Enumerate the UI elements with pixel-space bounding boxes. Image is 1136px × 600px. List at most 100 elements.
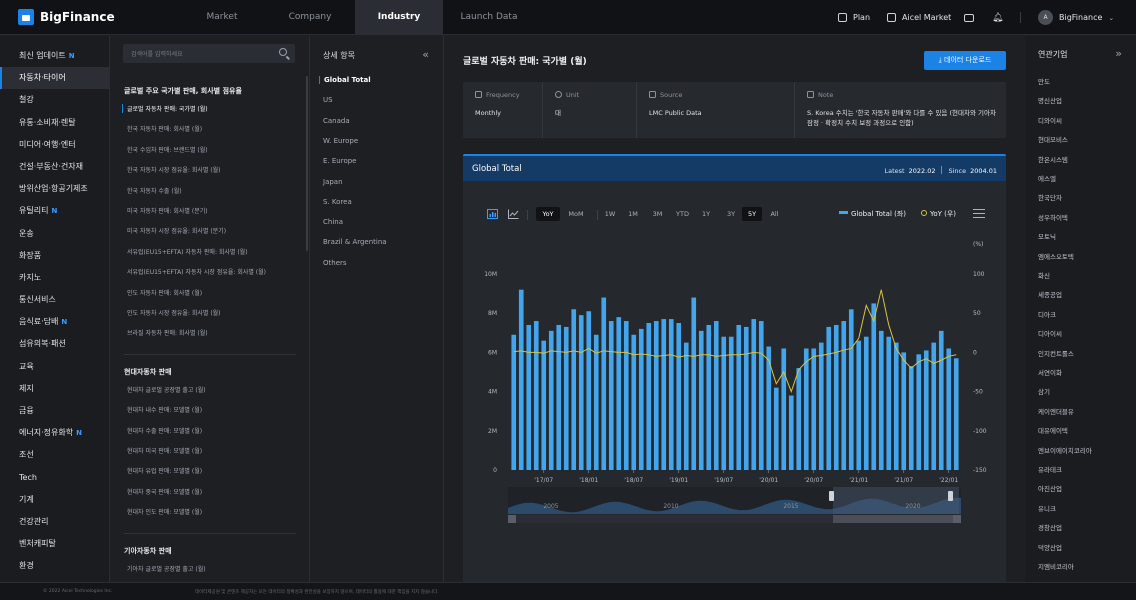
legend-line-series[interactable]: YoY (우) — [921, 209, 956, 219]
bar[interactable] — [721, 336, 727, 470]
report-item[interactable]: 미국 자동차 시장 점유율: 회사별 (분기) — [127, 226, 226, 235]
navigator-scroll-thumb[interactable] — [833, 515, 959, 523]
bar[interactable] — [848, 309, 854, 470]
mail-button[interactable] — [964, 0, 974, 35]
report-item[interactable]: 서유럽(EU15+EFTA) 자동차 시장 점유율: 회사별 (월) — [127, 267, 266, 276]
range-button[interactable]: 1M — [624, 207, 642, 221]
related-company-link[interactable]: 화신 — [1038, 270, 1050, 280]
related-company-link[interactable]: 지엠비코리아 — [1038, 561, 1074, 571]
report-item[interactable]: 현대차 유럽 판매: 모델별 (월) — [127, 466, 202, 475]
related-company-link[interactable]: 만도 — [1038, 76, 1050, 86]
bar[interactable] — [773, 387, 779, 470]
sidebar-item[interactable]: 유틸리티 N — [0, 200, 109, 222]
bar[interactable] — [788, 395, 794, 470]
sidebar-item[interactable]: 기계 — [0, 489, 109, 511]
sidebar-item[interactable]: 건강관리 — [0, 511, 109, 533]
sidebar-item[interactable]: Tech — [0, 467, 109, 489]
bar[interactable] — [826, 326, 832, 470]
legend-bar-series[interactable]: Global Total (좌) — [839, 209, 906, 219]
detail-item[interactable]: US — [323, 96, 333, 104]
bar[interactable] — [751, 319, 757, 470]
bar[interactable] — [916, 354, 922, 470]
bar[interactable] — [871, 303, 877, 470]
sidebar-item[interactable]: 방위산업·항공기제조 — [0, 178, 109, 200]
bar[interactable] — [728, 336, 734, 470]
report-item[interactable]: 한국 수입차 판매: 브랜드별 (월) — [127, 145, 208, 154]
related-company-link[interactable]: 명신산업 — [1038, 95, 1062, 105]
plan-link[interactable]: Plan — [838, 0, 870, 35]
report-item[interactable]: 현대차 중국 판매: 모델별 (월) — [127, 487, 202, 496]
detail-item[interactable]: Japan — [323, 178, 343, 186]
sidebar-item[interactable]: 화장품 — [0, 245, 109, 267]
related-company-link[interactable]: 경창산업 — [1038, 522, 1062, 532]
bar[interactable] — [578, 315, 584, 470]
bar[interactable] — [601, 297, 607, 470]
bar[interactable] — [698, 330, 704, 470]
related-company-link[interactable]: 한온시스템 — [1038, 154, 1068, 164]
nav-tab-company[interactable]: Company — [268, 0, 352, 35]
mode-button[interactable]: YoY — [536, 207, 560, 221]
related-company-link[interactable]: 현대모비스 — [1038, 134, 1068, 144]
navigator-handle-right[interactable] — [948, 491, 953, 501]
sidebar-item[interactable]: 통신서비스 — [0, 289, 109, 311]
collapse-icon[interactable]: « — [422, 48, 429, 61]
notification-button[interactable]: 🔔︎ — [992, 0, 1003, 35]
bar[interactable] — [541, 340, 547, 470]
detail-item[interactable]: Global Total — [319, 76, 371, 84]
bar[interactable] — [563, 326, 569, 470]
bar[interactable] — [616, 317, 622, 470]
report-item[interactable]: 한국 자동차 판매: 회사별 (월) — [127, 124, 202, 133]
user-menu[interactable]: A BigFinance ⌄ — [1038, 0, 1114, 35]
detail-item[interactable]: Brazil & Argentina — [323, 238, 387, 246]
bar[interactable] — [863, 336, 869, 470]
global-total-chart[interactable]: 0 2M 4M 6M 8M 10M 100 50 0 -50 -100 -150 (%) '17/07 '1… — [463, 224, 1006, 600]
bar[interactable] — [736, 324, 742, 470]
related-company-link[interactable]: 아진산업 — [1038, 483, 1062, 493]
related-company-link[interactable]: 엔브이에이치코리아 — [1038, 445, 1092, 455]
report-item[interactable]: 브라질 자동차 판매: 회사별 (월) — [127, 328, 208, 337]
logo[interactable]: BigFinance — [18, 9, 115, 25]
sidebar-item[interactable]: 제지 — [0, 378, 109, 400]
range-button[interactable]: 5Y — [742, 207, 762, 221]
navigator-handle-left[interactable] — [829, 491, 834, 501]
related-company-link[interactable]: 유라테크 — [1038, 464, 1062, 474]
bar[interactable] — [608, 321, 614, 470]
menu-icon[interactable] — [973, 209, 985, 218]
download-data-button[interactable]: ⤓ 데이터 다운로드 — [924, 51, 1006, 70]
sidebar-item[interactable]: 건설·부동산·건자재 — [0, 156, 109, 178]
related-company-link[interactable]: 모토닉 — [1038, 231, 1056, 241]
report-item[interactable]: 현대차 글로벌 공장별 출고 (월) — [127, 385, 206, 394]
nav-tab-market[interactable]: Market — [180, 0, 264, 35]
bar[interactable] — [953, 358, 959, 470]
search-input[interactable]: 검색어를 입력하세요 — [123, 44, 295, 63]
bar[interactable] — [781, 348, 787, 470]
report-item[interactable]: 기아차 글로벌 공장별 출고 (월) — [127, 564, 206, 573]
sidebar-item[interactable]: 최신 업데이트 N — [0, 45, 109, 67]
report-item[interactable]: 인도 자동차 판매: 회사별 (월) — [127, 288, 202, 297]
sidebar-item[interactable]: 유통·소비재·렌탈 — [0, 112, 109, 134]
range-button[interactable]: 3M — [649, 207, 666, 221]
nav-tab-launch-data[interactable]: Launch Data — [447, 0, 531, 35]
line-chart-icon[interactable] — [508, 209, 519, 219]
sidebar-item[interactable]: 벤처캐피탈 — [0, 533, 109, 555]
bar[interactable] — [886, 336, 892, 470]
bar[interactable] — [526, 324, 532, 470]
bar[interactable] — [893, 342, 899, 470]
aicel-market-link[interactable]: Aicel Market — [887, 0, 951, 35]
sidebar-item[interactable]: 운송 — [0, 223, 109, 245]
bar[interactable] — [923, 350, 929, 470]
related-company-link[interactable]: 한국단자 — [1038, 192, 1062, 202]
detail-item[interactable]: Others — [323, 259, 347, 267]
sidebar-item[interactable]: 금융 — [0, 400, 109, 422]
sidebar-item[interactable]: 섬유의복·패션 — [0, 333, 109, 355]
bar[interactable] — [661, 319, 667, 470]
bar[interactable] — [653, 321, 659, 470]
bar[interactable] — [908, 366, 914, 470]
sidebar-item[interactable]: 카지노 — [0, 267, 109, 289]
report-item[interactable]: 인도 자동차 시장 점유율: 회사별 (월) — [127, 308, 221, 317]
bar[interactable] — [743, 326, 749, 470]
range-button[interactable]: 3Y — [723, 207, 739, 221]
mode-button[interactable]: MoM — [563, 207, 589, 221]
related-company-link[interactable]: 디아크 — [1038, 309, 1056, 319]
bar[interactable] — [638, 328, 644, 470]
